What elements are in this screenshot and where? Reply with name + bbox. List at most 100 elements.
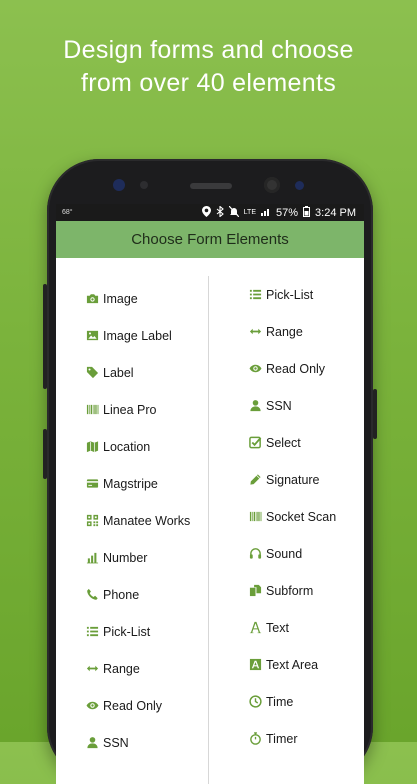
font-box-icon (248, 657, 263, 672)
element-label: Sound (266, 546, 303, 561)
right-item-range[interactable]: Range (248, 313, 336, 350)
arrows-horizontal-icon (248, 324, 263, 339)
element-label: Subform (266, 583, 314, 598)
left-item-image-label[interactable]: Image Label (85, 317, 190, 354)
network-label: LTE (243, 209, 256, 216)
element-label: Linea Pro (103, 402, 157, 417)
page-title: Choose Form Elements (131, 231, 289, 248)
element-label: Timer (266, 731, 298, 746)
right-item-read-only[interactable]: Read Only (248, 350, 336, 387)
right-item-pick-list[interactable]: Pick-List (248, 276, 336, 313)
tag-icon (85, 365, 100, 380)
power-button (373, 389, 377, 439)
bar-chart-icon (85, 550, 100, 565)
left-item-location[interactable]: Location (85, 428, 190, 465)
phone-screen: 68° LTE 57% 3:24 PM Choose Form Elements… (56, 204, 364, 784)
pen-icon (248, 472, 263, 487)
column-divider (208, 276, 209, 784)
left-item-ssn[interactable]: SSN (85, 724, 190, 761)
element-label: Range (103, 661, 140, 676)
battery-percent: 57% (276, 206, 299, 219)
image-icon (85, 328, 100, 343)
app-bar: Choose Form Elements (56, 221, 364, 258)
copy-icon (248, 583, 263, 598)
element-label: Select (266, 435, 301, 450)
right-item-subform[interactable]: Subform (248, 572, 336, 609)
bluetooth-icon (216, 204, 224, 220)
element-label: Range (266, 324, 303, 339)
left-item-phone[interactable]: Phone (85, 576, 190, 613)
element-label: SSN (103, 735, 129, 750)
element-label: Magstripe (103, 476, 158, 491)
element-label: Time (266, 694, 294, 709)
element-label: Read Only (103, 698, 163, 713)
right-item-timer[interactable]: Timer (248, 720, 336, 757)
form-elements-list: Image Image Label Label Linea Pro Location Ma… (56, 258, 364, 784)
status-bar: 68° LTE 57% 3:24 PM (56, 204, 364, 221)
left-item-range[interactable]: Range (85, 650, 190, 687)
barcode-icon (85, 402, 100, 417)
battery-icon (303, 205, 311, 220)
element-label: Socket Scan (266, 509, 337, 524)
right-item-select[interactable]: Select (248, 424, 336, 461)
right-item-signature[interactable]: Signature (248, 461, 336, 498)
right-column: Pick-List Range Read Only SSN Select Signatur… (248, 276, 336, 757)
temperature-indicator: 68° (62, 209, 73, 216)
element-label: Image (103, 291, 138, 306)
sensor-icon (113, 179, 125, 191)
camera-icon (85, 291, 100, 306)
headline: Design forms and choose from over 40 ele… (0, 34, 417, 100)
signal-icon (261, 206, 271, 219)
element-label: SSN (266, 398, 292, 413)
right-item-time[interactable]: Time (248, 683, 336, 720)
location-icon (201, 205, 211, 220)
left-item-pick-list[interactable]: Pick-List (85, 613, 190, 650)
list-icon (248, 287, 263, 302)
element-label: Image Label (103, 328, 172, 343)
proximity-sensor-icon (140, 181, 148, 189)
element-label: Phone (103, 587, 140, 602)
right-item-text-area[interactable]: Text Area (248, 646, 336, 683)
headset-icon (248, 546, 263, 561)
eye-icon (85, 698, 100, 713)
list-icon (85, 624, 100, 639)
headline-line-1: Design forms and choose (63, 36, 354, 64)
earpiece-speaker (190, 183, 232, 189)
element-label: Signature (266, 472, 320, 487)
element-label: Text Area (266, 657, 319, 672)
element-label: Number (103, 550, 148, 565)
left-column: Image Image Label Label Linea Pro Location Ma… (85, 280, 190, 761)
right-item-socket-scan[interactable]: Socket Scan (248, 498, 336, 535)
phone-frame: 68° LTE 57% 3:24 PM Choose Form Elements… (43, 159, 377, 784)
credit-card-icon (85, 476, 100, 491)
front-camera-icon (264, 177, 280, 193)
left-item-magstripe[interactable]: Magstripe (85, 465, 190, 502)
left-item-label[interactable]: Label (85, 354, 190, 391)
font-icon (248, 620, 263, 635)
element-label: Label (103, 365, 134, 380)
volume-button (43, 284, 47, 389)
stopwatch-icon (248, 731, 263, 746)
iris-sensor-icon (295, 181, 304, 190)
phone-icon (85, 587, 100, 602)
left-item-image[interactable]: Image (85, 280, 190, 317)
arrows-horizontal-icon (85, 661, 100, 676)
left-item-read-only[interactable]: Read Only (85, 687, 190, 724)
element-label: Text (266, 620, 289, 635)
right-item-text[interactable]: Text (248, 609, 336, 646)
eye-icon (248, 361, 263, 376)
left-item-number[interactable]: Number (85, 539, 190, 576)
right-item-ssn[interactable]: SSN (248, 387, 336, 424)
element-label: Location (103, 439, 151, 454)
qr-code-icon (85, 513, 100, 528)
left-item-manatee-works[interactable]: Manatee Works (85, 502, 190, 539)
barcode-icon (248, 509, 263, 524)
bixby-button (43, 429, 47, 479)
right-item-sound[interactable]: Sound (248, 535, 336, 572)
element-label: Read Only (266, 361, 326, 376)
checkbox-icon (248, 435, 263, 450)
clock-time: 3:24 PM (315, 206, 356, 219)
element-label: Pick-List (266, 287, 314, 302)
map-icon (85, 439, 100, 454)
left-item-linea-pro[interactable]: Linea Pro (85, 391, 190, 428)
